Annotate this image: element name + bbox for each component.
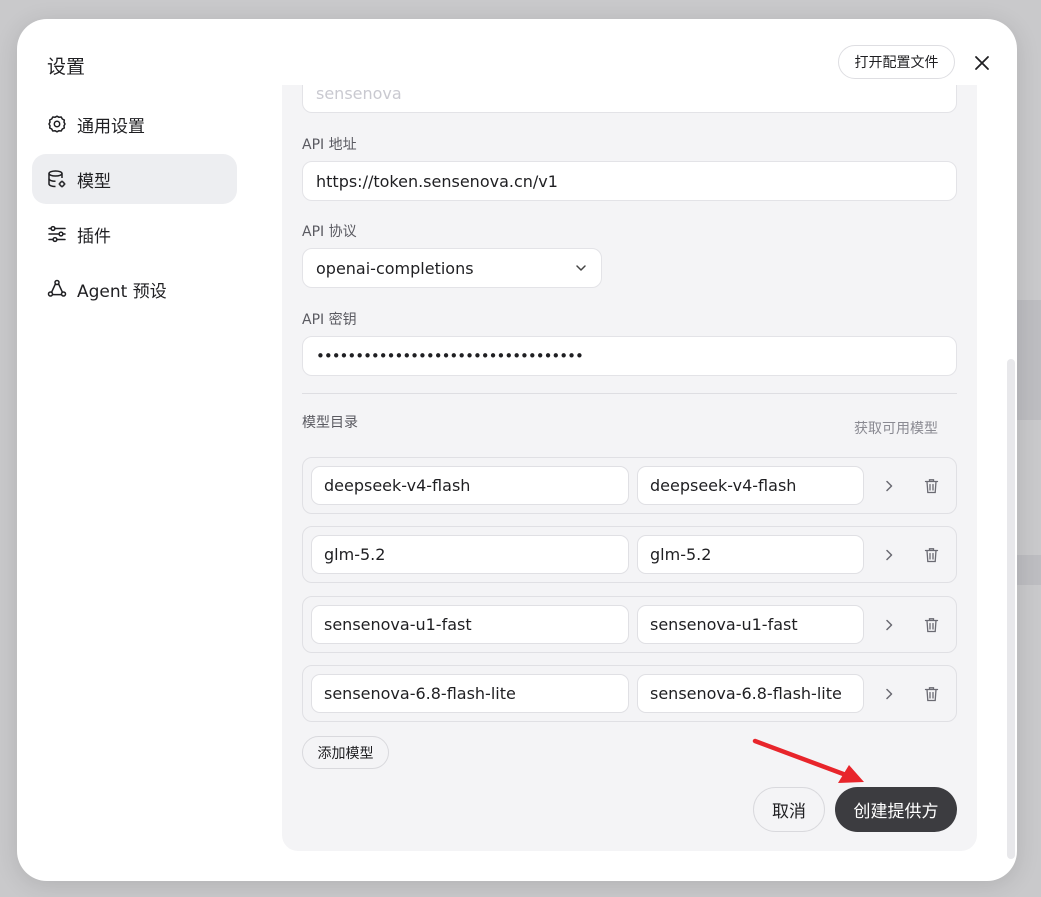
- sidebar-item-plugins[interactable]: 插件: [32, 209, 237, 259]
- sidebar-item-label: 通用设置: [77, 116, 145, 137]
- trash-icon: [924, 479, 938, 494]
- model-row: glm-5.2 glm-5.2: [302, 526, 957, 583]
- expand-button[interactable]: [878, 475, 900, 497]
- sidebar-item-agent-presets[interactable]: Agent 预设: [32, 264, 237, 314]
- trash-icon: [924, 687, 938, 702]
- delete-button[interactable]: [920, 544, 942, 566]
- sliders-icon: [47, 224, 67, 244]
- delete-button[interactable]: [920, 683, 942, 705]
- model-name-input[interactable]: deepseek-v4-flash: [637, 466, 864, 505]
- expand-button[interactable]: [878, 614, 900, 636]
- cancel-button[interactable]: 取消: [753, 787, 825, 832]
- close-icon: [975, 56, 989, 70]
- open-config-file-button[interactable]: 打开配置文件: [838, 45, 955, 79]
- api-key-field[interactable]: ••••••••••••••••••••••••••••••••••: [302, 336, 957, 376]
- api-protocol-label: API 协议: [302, 224, 357, 240]
- chevron-right-icon: [886, 619, 893, 631]
- chevron-right-icon: [886, 480, 893, 492]
- model-row: sensenova-6.8-flash-lite sensenova-6.8-f…: [302, 665, 957, 722]
- api-key-label: API 密钥: [302, 312, 357, 328]
- fetch-models-button[interactable]: 获取可用模型: [854, 418, 938, 438]
- gear-icon: [47, 114, 67, 134]
- create-provider-button[interactable]: 创建提供方: [835, 787, 957, 832]
- model-name-input[interactable]: sensenova-6.8-flash-lite: [637, 674, 864, 713]
- model-id-input[interactable]: sensenova-u1-fast: [311, 605, 629, 644]
- agent-nodes-icon: [47, 279, 67, 299]
- delete-button[interactable]: [920, 614, 942, 636]
- model-catalog-title: 模型目录: [302, 415, 358, 431]
- api-protocol-value: openai-completions: [316, 258, 474, 278]
- trash-icon: [924, 618, 938, 633]
- close-button[interactable]: [967, 48, 997, 78]
- model-name-input[interactable]: sensenova-u1-fast: [637, 605, 864, 644]
- api-address-label: API 地址: [302, 137, 357, 153]
- dialog-title: 设置: [47, 56, 86, 78]
- settings-sidebar: 通用设置 模型 插件 Agent 预设: [32, 99, 237, 319]
- add-model-button[interactable]: 添加模型: [302, 736, 389, 769]
- provider-form-panel: sensenova API 地址 https://token.sensenova…: [282, 85, 977, 851]
- model-id-input[interactable]: glm-5.2: [311, 535, 629, 574]
- model-row: sensenova-u1-fast sensenova-u1-fast: [302, 596, 957, 653]
- model-name-input[interactable]: glm-5.2: [637, 535, 864, 574]
- model-id-input[interactable]: sensenova-6.8-flash-lite: [311, 674, 629, 713]
- api-protocol-select[interactable]: openai-completions: [302, 248, 602, 288]
- chevron-down-icon: [576, 265, 586, 271]
- sidebar-item-label: 模型: [77, 171, 111, 192]
- expand-button[interactable]: [878, 544, 900, 566]
- model-row: deepseek-v4-flash deepseek-v4-flash: [302, 457, 957, 514]
- delete-button[interactable]: [920, 475, 942, 497]
- sidebar-item-general[interactable]: 通用设置: [32, 99, 237, 149]
- api-address-field[interactable]: https://token.sensenova.cn/v1: [302, 161, 957, 201]
- expand-button[interactable]: [878, 683, 900, 705]
- annotation-arrow-icon: [752, 738, 864, 783]
- trash-icon: [924, 548, 938, 563]
- model-id-input[interactable]: deepseek-v4-flash: [311, 466, 629, 505]
- sidebar-item-label: 插件: [77, 226, 111, 247]
- sidebar-item-label: Agent 预设: [77, 281, 167, 302]
- scrollbar-thumb[interactable]: [1007, 359, 1015, 859]
- chevron-right-icon: [886, 549, 893, 561]
- database-gear-icon: [47, 169, 67, 189]
- section-divider: [302, 393, 957, 394]
- provider-name-field[interactable]: sensenova: [302, 85, 957, 113]
- sidebar-item-models[interactable]: 模型: [32, 154, 237, 204]
- chevron-right-icon: [886, 688, 893, 700]
